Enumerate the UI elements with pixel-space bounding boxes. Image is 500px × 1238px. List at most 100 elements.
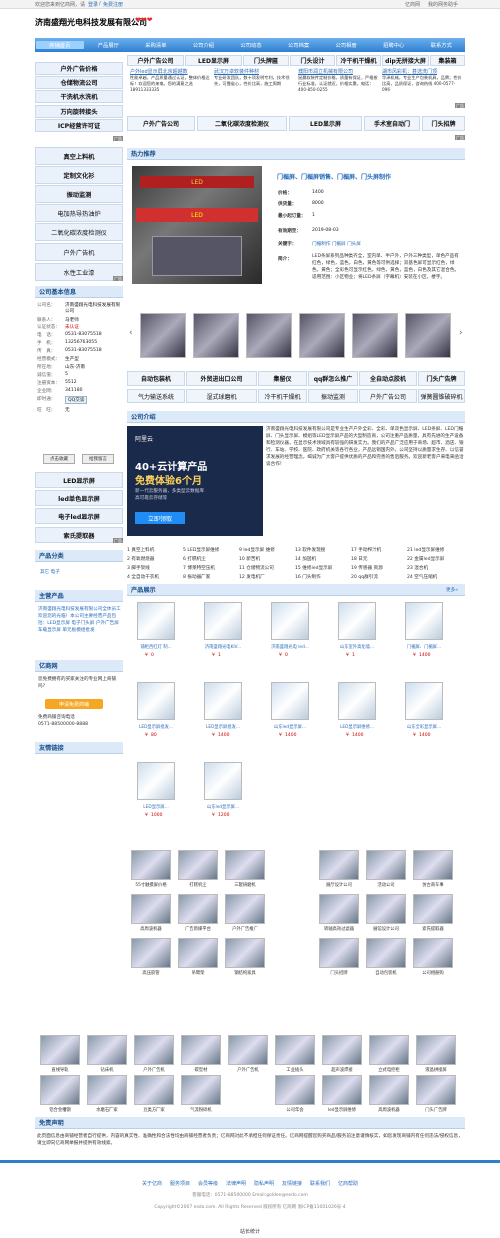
gallery-image-gallery4-6[interactable]	[322, 1035, 362, 1065]
gallery-caption-gallery1-4[interactable]: 展厅设计公司	[313, 882, 365, 888]
gallery-caption-gallery4-8[interactable]: 液晶拼接屏	[410, 1067, 462, 1073]
row2-tag-3[interactable]: 手术室自动门	[364, 116, 420, 131]
numbered-link-3-4[interactable]: 20 qq群引流	[351, 574, 406, 580]
gallery-image-gallery2-0[interactable]	[131, 894, 171, 924]
company-info-value-11[interactable]: QQ交谈	[65, 396, 88, 404]
nav-item-6[interactable]: 公司相册	[322, 41, 370, 49]
showcase-name-2[interactable]: 济南盛翔光电 led...	[263, 644, 317, 650]
showcase-image-1[interactable]	[204, 602, 242, 640]
gallery-caption-gallery3-0[interactable]: 高压胶管	[125, 970, 177, 976]
numbered-link-2-3[interactable]: 15 维修led显示屏	[295, 565, 350, 571]
numbered-link-3-0[interactable]: 4 全自动干衣机	[127, 574, 182, 580]
gallery-image-gallery4-4[interactable]	[228, 1035, 268, 1065]
numbered-link-0-0[interactable]: 1 真空上料机	[127, 547, 182, 553]
footer-link-4[interactable]: 隐私声明	[254, 1181, 274, 1187]
row2-tag-0[interactable]: 户外广告公司	[127, 116, 195, 131]
gallery-image-gallery5-3[interactable]	[181, 1075, 221, 1105]
footer-link-1[interactable]: 服务项目	[170, 1181, 190, 1187]
hot-product-title[interactable]: 门楣屏、门楣屏销售、门楣屏、门头屏制作	[277, 172, 391, 181]
gallery-image-gallery2-5[interactable]	[366, 894, 406, 924]
gallery-image-gallery4-7[interactable]	[369, 1035, 409, 1065]
tag2-1[interactable]: 湿式球磨机	[186, 389, 257, 403]
nav-item-7[interactable]: 招聘中心	[370, 41, 418, 49]
tag1-3[interactable]: qq群怎么推广	[308, 371, 358, 386]
top-link-yishang[interactable]: 亿商网	[405, 1, 420, 8]
gallery-caption-gallery3-5[interactable]: 自动包装机	[360, 970, 412, 976]
tag2-2[interactable]: 冷干机干燥机	[258, 389, 307, 403]
left-button-2[interactable]: 干洗机水洗机	[35, 90, 123, 103]
showcase-image-11[interactable]	[204, 762, 242, 800]
gallery-image-gallery1-6[interactable]	[413, 850, 453, 880]
row1-tag-1[interactable]: LED显示屏	[185, 55, 242, 66]
left-button3-3[interactable]: 索氏提取器	[35, 527, 123, 543]
showcase-name-4[interactable]: 门楣屏、门楣屏...	[397, 644, 451, 650]
numbered-link-2-2[interactable]: 11 仓储物流公司	[239, 565, 294, 571]
gallery-image-gallery5-0[interactable]	[40, 1075, 80, 1105]
left-button2-5[interactable]: 户外广告机	[35, 243, 123, 261]
gallery-caption-gallery1-2[interactable]: 三辊研磨机	[219, 882, 271, 888]
gallery-caption-gallery4-2[interactable]: 户外广告机	[128, 1067, 180, 1073]
gallery-caption-gallery1-1[interactable]: 打糕机尘	[172, 882, 224, 888]
gallery-image-gallery5-8[interactable]	[416, 1075, 456, 1105]
showcase-image-2[interactable]	[271, 602, 309, 640]
left-button2-4[interactable]: 二氧化碳浓度检测仪	[35, 223, 123, 241]
row1-tag-0[interactable]: 户外广告公司	[127, 55, 184, 66]
gallery-caption-gallery2-6[interactable]: 索氏提取器	[407, 926, 459, 932]
showcase-image-8[interactable]	[338, 682, 376, 720]
showcase-image-10[interactable]	[137, 762, 175, 800]
prev-arrow-icon[interactable]: ‹	[129, 328, 133, 338]
left-button2-6[interactable]: 水性工业漆	[35, 263, 123, 281]
gallery-image-gallery1-4[interactable]	[319, 850, 359, 880]
gallery-image-gallery4-0[interactable]	[40, 1035, 80, 1065]
gallery-caption-gallery4-1[interactable]: 钻床机	[81, 1067, 133, 1073]
gallery-image-gallery1-2[interactable]	[225, 850, 265, 880]
numbered-link-1-5[interactable]: 22 金属led显示屏	[407, 556, 462, 562]
row1-tag-5[interactable]: dip无拼接大屏	[382, 55, 429, 66]
thumb-0[interactable]	[140, 313, 186, 358]
favorite-button[interactable]: 点击收藏	[43, 454, 75, 464]
ad-title-1[interactable]: 武汉万卓软装件种材	[214, 68, 294, 75]
footer-stats[interactable]: 站长统计	[0, 1228, 500, 1235]
gallery-image-gallery2-4[interactable]	[319, 894, 359, 924]
numbered-link-1-1[interactable]: 6 打糕机尘	[183, 556, 238, 562]
gallery-caption-gallery3-2[interactable]: 钢结构家具	[219, 970, 271, 976]
gallery-caption-gallery1-6[interactable]: 仿古商车事	[407, 882, 459, 888]
footer-link-5[interactable]: 友情链接	[282, 1181, 302, 1187]
cloud-ad-banner[interactable]: 阿里云 40+云计算产品 免费体验6个月 新一代云服务器，多类型云数据库 高可靠…	[127, 426, 263, 536]
footer-link-6[interactable]: 联系我们	[310, 1181, 330, 1187]
login-link[interactable]: 登录	[88, 1, 98, 8]
showcase-name-9[interactable]: 山东全彩显示屏...	[397, 724, 451, 730]
tag2-4[interactable]: 户外广告公司	[359, 389, 417, 403]
gallery-caption-gallery2-0[interactable]: 高周波机器	[125, 926, 177, 932]
numbered-link-2-1[interactable]: 7 博莱特空压机	[183, 565, 238, 571]
gallery-image-gallery3-2[interactable]	[225, 938, 265, 968]
gallery-caption-gallery4-7[interactable]: 立式电控柜	[363, 1067, 415, 1073]
gallery-caption-gallery2-2[interactable]: 户外广告推广	[219, 926, 271, 932]
gallery-caption-gallery5-8[interactable]: 门头广告牌	[410, 1107, 462, 1113]
footer-link-3[interactable]: 法律声明	[226, 1181, 246, 1187]
numbered-link-3-2[interactable]: 12 发电机厂	[239, 574, 294, 580]
showcase-image-4[interactable]	[405, 602, 443, 640]
showcase-name-5[interactable]: LED显示屏批发...	[129, 724, 183, 730]
left-button-4[interactable]: ICP经营许可证	[35, 119, 123, 132]
gallery-image-gallery3-1[interactable]	[178, 938, 218, 968]
gallery-caption-gallery5-6[interactable]: led显示屏维修	[316, 1107, 368, 1113]
numbered-link-1-0[interactable]: 2 有氧燃烧器	[127, 556, 182, 562]
gallery-caption-gallery4-5[interactable]: 工业插头	[269, 1067, 321, 1073]
gallery-image-gallery3-6[interactable]	[413, 938, 453, 968]
numbered-link-0-2[interactable]: 9 led显示屏 维修	[239, 547, 294, 553]
apply-shop-button[interactable]: 申请免费商铺	[45, 699, 103, 709]
gallery-caption-gallery5-1[interactable]: 水磨石厂家	[81, 1107, 133, 1113]
showcase-name-7[interactable]: 山东led显示屏...	[263, 724, 317, 730]
left-button-3[interactable]: 万向旋转接头	[35, 105, 123, 118]
gallery-caption-gallery4-6[interactable]: 超声波焊接	[316, 1067, 368, 1073]
tag1-5[interactable]: 门头广告牌	[418, 371, 465, 386]
gallery-image-gallery5-6[interactable]	[322, 1075, 362, 1105]
left-button2-3[interactable]: 电加热导热油炉	[35, 204, 123, 222]
row1-tag-4[interactable]: 冷干机干燥机	[336, 55, 381, 66]
gallery-caption-gallery5-3[interactable]: 气流粉碎机	[175, 1107, 227, 1113]
message-button[interactable]: 给我留言	[82, 454, 114, 464]
left-button2-1[interactable]: 定制文化衫	[35, 166, 123, 184]
ad-title-0[interactable]: 户外led显示屏北京超越数	[130, 68, 210, 75]
showcase-name-1[interactable]: 济南盛翔光电KIV...	[196, 644, 250, 650]
